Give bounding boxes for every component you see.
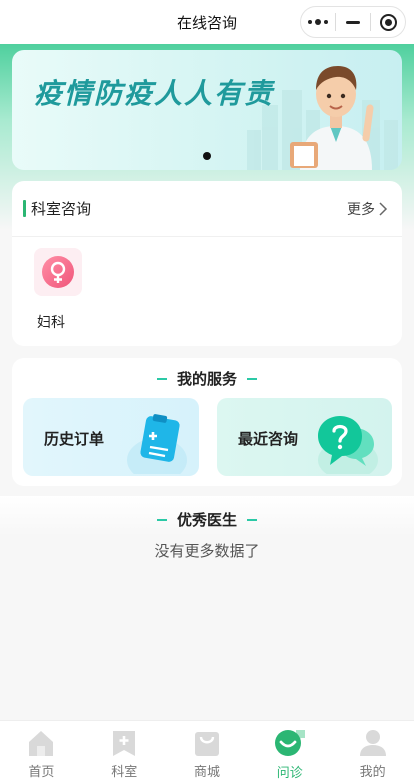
banner-title: 疫情防疫人人有责 [34,77,275,110]
tab-label: 首页 [28,765,55,780]
tab-profile[interactable]: 我的 [331,721,414,780]
navbar: 在线咨询 [0,0,414,44]
title-accent-bar [23,200,26,217]
doctors-title: 优秀医生 [176,511,237,529]
close-target-icon [379,13,397,31]
tab-department[interactable]: 科室 [83,721,166,780]
tab-consult[interactable]: 问诊 [248,721,331,780]
user-icon [357,727,389,758]
close-button[interactable] [371,7,405,37]
clipboard-icon [127,414,187,474]
more-departments-link[interactable]: 更多 [347,199,388,219]
more-menu-button[interactable] [301,7,335,37]
more-dots-icon [308,19,328,25]
question-chat-icon [318,416,378,474]
tab-shop[interactable]: 商城 [166,721,249,780]
female-symbol-icon [34,248,82,296]
department-icon [108,727,140,758]
more-label: 更多 [347,201,375,218]
tab-label: 问诊 [276,766,303,780]
tab-label: 商城 [193,765,220,780]
carousel-indicator-dot[interactable] [203,152,211,160]
minimize-icon [346,20,360,24]
bottom-tab-bar: 首页 科室 商城 问诊 我的 [0,720,414,780]
history-orders-button[interactable]: 历史订单 [23,398,199,476]
doctor-illustration [290,66,374,170]
department-card: 科室咨询 更多 妇科 [12,181,402,346]
tab-label: 我的 [359,765,386,780]
shop-bag-icon [191,727,223,758]
department-item-gynecology[interactable]: 妇科 [34,248,84,331]
services-heading: 我的服务 [12,368,402,389]
department-label: 妇科 [37,315,65,331]
my-services-card: 我的服务 历史订单 最近咨询 [12,358,402,486]
mini-program-capsule [300,6,406,38]
recent-consultations-label: 最近咨询 [238,430,299,448]
doctors-heading: 优秀医生 [0,509,414,530]
empty-state-text: 没有更多数据了 [154,542,260,560]
chevron-right-icon [379,201,388,216]
heading-dash [247,518,257,521]
heading-dash [156,377,167,380]
department-card-header: 科室咨询 更多 [12,181,402,237]
consult-chat-icon [274,727,306,759]
home-icon [25,727,57,758]
heading-dash [247,377,257,380]
department-section-title: 科室咨询 [23,198,91,219]
history-orders-label: 历史订单 [44,430,105,448]
tab-home[interactable]: 首页 [0,721,83,780]
department-title-text: 科室咨询 [31,200,92,218]
tab-label: 科室 [111,765,138,780]
minimize-button[interactable] [336,7,370,37]
recent-consultations-button[interactable]: 最近咨询 [217,398,392,476]
heading-dash [156,518,167,521]
page-title: 在线咨询 [176,13,237,32]
banner-carousel[interactable]: 疫情防疫人人有责 [12,50,402,170]
services-title: 我的服务 [176,370,237,388]
